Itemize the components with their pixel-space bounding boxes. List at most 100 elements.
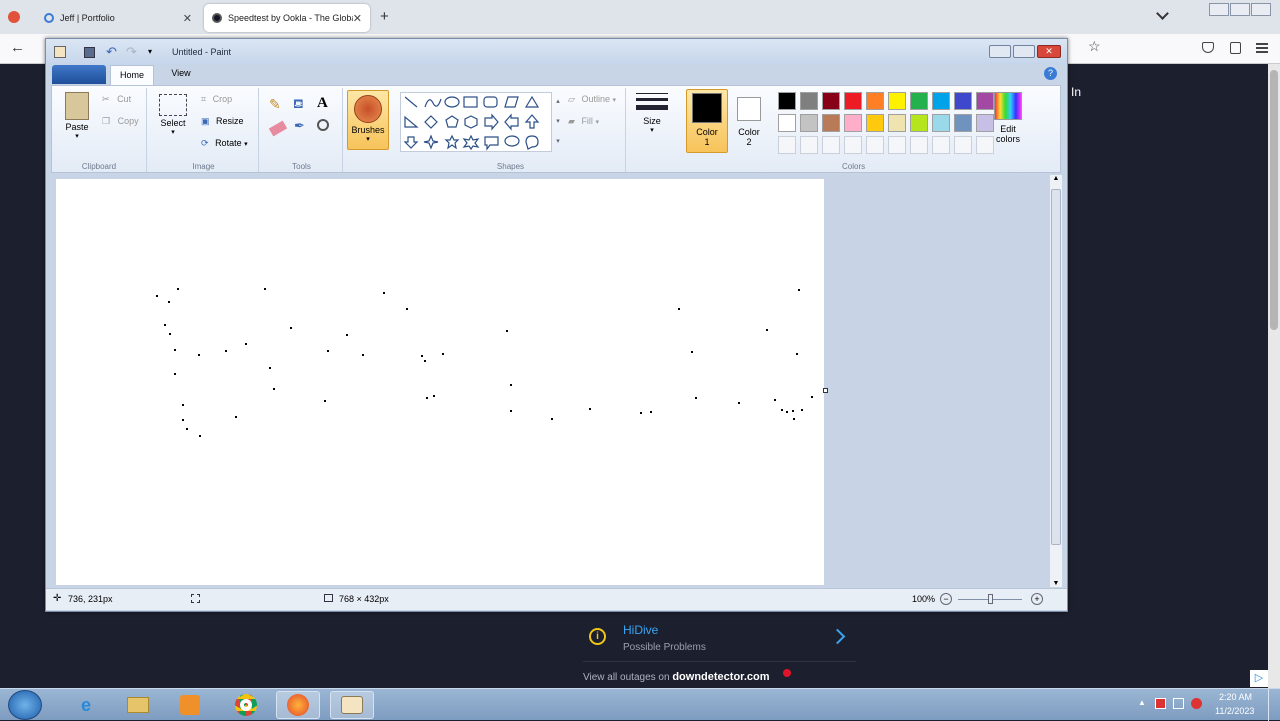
firefox-view-icon[interactable] xyxy=(8,11,20,23)
tab-portfolio[interactable]: Jeff | Portfolio ✕ xyxy=(36,4,200,32)
palette-empty-swatch[interactable] xyxy=(888,136,906,154)
brushes-button[interactable]: Brushes ▾ xyxy=(347,90,389,150)
palette-empty-swatch[interactable] xyxy=(910,136,928,154)
start-button[interactable] xyxy=(8,690,42,720)
text-tool-icon[interactable]: A xyxy=(317,95,328,112)
taskbar-media-player-icon[interactable] xyxy=(168,691,212,719)
tab-speedtest[interactable]: Speedtest by Ookla - The Globa ✕ xyxy=(204,4,370,32)
pencil-icon[interactable]: ✎ xyxy=(269,96,289,116)
scroll-up-arrow-icon[interactable]: ▲ xyxy=(1050,175,1062,182)
size-button[interactable]: Size ▾ xyxy=(632,90,672,150)
color2-button[interactable]: Color 2 xyxy=(731,89,767,153)
help-icon[interactable]: ? xyxy=(1044,67,1057,80)
copy-button[interactable]: ❐ Copy xyxy=(102,116,139,127)
pocket-icon[interactable] xyxy=(1202,42,1214,53)
ad-choices-icon[interactable]: ▷ xyxy=(1250,670,1268,687)
taskbar-paint-icon[interactable] xyxy=(330,691,374,719)
rotate-button[interactable]: ⟳ Rotate ▾ xyxy=(201,138,248,149)
shapes-gallery[interactable] xyxy=(400,92,552,152)
taskbar-explorer-icon[interactable] xyxy=(116,691,160,719)
downdetector-brand[interactable]: downdetector.com xyxy=(672,671,769,683)
tab-view[interactable]: View xyxy=(161,68,201,78)
cut-button[interactable]: ✂ Cut xyxy=(102,94,131,105)
tray-security-icon[interactable] xyxy=(1155,698,1166,709)
palette-color-swatch[interactable] xyxy=(822,92,840,110)
palette-color-swatch[interactable] xyxy=(910,92,928,110)
save-icon[interactable] xyxy=(84,47,95,58)
close-window-button[interactable] xyxy=(1251,3,1271,16)
canvas-area[interactable] xyxy=(51,175,1053,587)
canvas-resize-handle[interactable] xyxy=(823,388,828,393)
drawing-canvas[interactable] xyxy=(56,179,824,585)
palette-color-swatch[interactable] xyxy=(954,92,972,110)
clock-date[interactable]: 11/2/2023 xyxy=(1215,706,1254,716)
paint-maximize-button[interactable] xyxy=(1013,45,1035,58)
service-name[interactable]: HiDive xyxy=(623,623,658,637)
select-button[interactable]: Select ▾ xyxy=(157,92,189,136)
palette-color-swatch[interactable] xyxy=(800,114,818,132)
canvas-vertical-scrollbar[interactable]: ▲ ▼ xyxy=(1049,175,1062,587)
palette-empty-swatch[interactable] xyxy=(844,136,862,154)
palette-color-swatch[interactable] xyxy=(800,92,818,110)
taskbar-ie-icon[interactable]: e xyxy=(64,691,108,719)
palette-empty-swatch[interactable] xyxy=(778,136,796,154)
close-tab-icon[interactable]: ✕ xyxy=(353,12,362,25)
palette-empty-swatch[interactable] xyxy=(800,136,818,154)
close-tab-icon[interactable]: ✕ xyxy=(183,12,192,25)
outline-button[interactable]: ▱ Outline ▾ xyxy=(568,94,616,105)
tab-home[interactable]: Home xyxy=(110,65,154,85)
color-picker-icon[interactable]: ✒ xyxy=(294,118,305,134)
magnifier-icon[interactable] xyxy=(317,119,329,131)
zoom-out-button[interactable]: − xyxy=(940,593,952,605)
palette-color-swatch[interactable] xyxy=(866,114,884,132)
menu-hamburger-icon[interactable] xyxy=(1256,43,1268,53)
palette-color-swatch[interactable] xyxy=(844,92,862,110)
palette-empty-swatch[interactable] xyxy=(932,136,950,154)
clock-time[interactable]: 2:20 AM xyxy=(1219,692,1252,702)
taskbar-chrome-icon[interactable] xyxy=(224,691,268,719)
undo-icon[interactable]: ↶ xyxy=(106,44,117,60)
list-tabs-chevron-icon[interactable] xyxy=(1156,7,1169,20)
resize-button[interactable]: ▣ Resize xyxy=(201,116,244,127)
quick-access-dropdown-icon[interactable]: ▾ xyxy=(148,47,152,56)
taskbar-firefox-icon[interactable] xyxy=(276,691,320,719)
palette-color-swatch[interactable] xyxy=(954,114,972,132)
fill-button[interactable]: ▰ Fill ▾ xyxy=(568,116,599,127)
new-tab-button[interactable]: + xyxy=(380,8,389,25)
palette-color-swatch[interactable] xyxy=(778,114,796,132)
page-scrollbar-thumb[interactable] xyxy=(1270,70,1278,330)
eraser-icon[interactable] xyxy=(268,120,288,137)
color1-button[interactable]: Color 1 xyxy=(686,89,728,153)
paste-button[interactable]: Paste ▾ xyxy=(60,90,94,148)
fill-bucket-icon[interactable]: ⛾ xyxy=(293,96,313,116)
scroll-thumb[interactable] xyxy=(1051,189,1061,545)
palette-color-swatch[interactable] xyxy=(910,114,928,132)
shapes-scroll[interactable]: ▴ ▾ ▾ xyxy=(553,92,563,152)
paint-close-button[interactable]: ✕ xyxy=(1037,45,1061,58)
palette-empty-swatch[interactable] xyxy=(866,136,884,154)
palette-color-swatch[interactable] xyxy=(866,92,884,110)
bookmark-star-icon[interactable]: ☆ xyxy=(1088,38,1101,55)
chevron-right-icon[interactable] xyxy=(829,628,846,645)
show-desktop-button[interactable] xyxy=(1268,689,1280,721)
palette-color-swatch[interactable] xyxy=(844,114,862,132)
palette-color-swatch[interactable] xyxy=(888,114,906,132)
paint-minimize-button[interactable] xyxy=(989,45,1011,58)
back-arrow-icon[interactable]: ← xyxy=(10,39,25,56)
redo-icon[interactable]: ↷ xyxy=(126,44,137,60)
tray-show-hidden-icon[interactable]: ▲ xyxy=(1138,698,1146,707)
tray-network-icon[interactable] xyxy=(1173,698,1184,709)
zoom-in-button[interactable]: + xyxy=(1031,593,1043,605)
palette-color-swatch[interactable] xyxy=(778,92,796,110)
palette-color-swatch[interactable] xyxy=(932,114,950,132)
palette-color-swatch[interactable] xyxy=(822,114,840,132)
tray-volume-icon[interactable] xyxy=(1191,698,1202,709)
zoom-slider-thumb[interactable] xyxy=(988,594,993,604)
downdetector-footer[interactable]: View all outages on downdetector.com xyxy=(583,671,770,683)
palette-color-swatch[interactable] xyxy=(932,92,950,110)
crop-button[interactable]: ⌗ Crop xyxy=(201,94,232,105)
minimize-button[interactable] xyxy=(1209,3,1229,16)
palette-color-swatch[interactable] xyxy=(888,92,906,110)
paint-menu-button[interactable] xyxy=(52,65,106,84)
maximize-button[interactable] xyxy=(1230,3,1250,16)
